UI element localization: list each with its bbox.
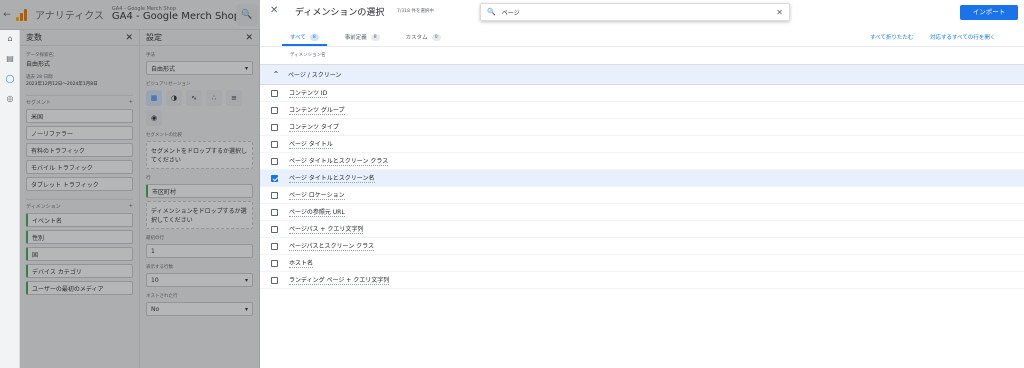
tab-label: 事前定義 [344,35,367,41]
tab-count: 8 [370,33,380,41]
close-icon[interactable]: ✕ [270,5,278,16]
import-button[interactable]: インポート [960,5,1018,20]
list-item-label: ページパスとスクリーン クラス [289,243,375,251]
reports-icon[interactable]: ▤ [0,54,20,70]
home-icon[interactable]: ⌂ [0,34,20,50]
list-item[interactable]: コンテンツ ID [260,85,1024,102]
expand-all-link[interactable]: 対応するすべての行を開く [930,33,995,41]
list-item[interactable]: ページパス + クエリ文字列 [260,221,1024,238]
list-item[interactable]: ランディング ページ + クエリ文字列 [260,272,1024,289]
checkbox[interactable] [271,140,278,148]
list-item[interactable]: コンテンツ タイプ [260,119,1024,136]
list-item-label: ランディング ページ + クエリ文字列 [289,277,390,285]
dimension-list: コンテンツ ID コンテンツ グループ コンテンツ タイプ ページ タイトルページ タ… [260,85,1024,289]
list-item[interactable]: ページ タイトルとスクリーン名 [260,170,1024,187]
dialog-header: ✕ ディメンションの選択 7/318 件を選択中 🔍 ✕ インポート [260,0,1024,26]
tab-label: すべて [290,35,306,41]
left-nav-rail: ⌂ ▤ ◯ ◎ [0,30,20,368]
dimension-picker-dialog: ✕ ディメンションの選択 7/318 件を選択中 🔍 ✕ インポート すべて8 … [260,0,1024,368]
chevron-up-icon[interactable]: ⌃ [264,70,288,79]
collapse-all-link[interactable]: すべて折りたたむ [870,33,913,41]
list-item[interactable]: ページパスとスクリーン クラス [260,238,1024,255]
list-item-label: ページ ロケーション [289,192,345,200]
column-header: ディメンション名 [290,53,326,58]
list-item-label: ページ タイトル [289,141,333,149]
advertising-icon[interactable]: ◎ [0,94,20,110]
checkbox[interactable] [271,89,278,97]
checkbox[interactable] [271,225,278,233]
modal-scrim[interactable] [20,30,260,368]
tab-custom[interactable]: カスタム 0 [406,30,441,44]
list-item-label: ホスト名 [289,260,314,268]
dialog-title: ディメンションの選択 [295,8,385,18]
checkbox[interactable] [271,123,278,131]
search-box[interactable]: 🔍 ✕ [480,3,790,21]
list-item[interactable]: ページの参照元 URL [260,204,1024,221]
list-item[interactable]: ページ タイトル [260,136,1024,153]
clear-search-icon[interactable]: ✕ [776,8,783,17]
checkbox[interactable] [271,191,278,199]
tab-label: カスタム [405,35,428,41]
group-label: ページ / スクリーン [288,72,342,79]
list-item[interactable]: ページ タイトルとスクリーン クラス [260,153,1024,170]
checkbox[interactable] [271,242,278,250]
checkbox[interactable] [271,106,278,114]
tab-all[interactable]: すべて 8 [282,30,327,46]
dimension-tabs: すべて 8 事前定義 8 カスタム 0 [282,30,441,46]
search-icon: 🔍 [487,8,496,16]
list-item-label: ページの参照元 URL [289,209,345,217]
checkbox[interactable] [271,276,278,284]
checkbox[interactable] [271,259,278,267]
list-item-label: ページ タイトルとスクリーン名 [289,175,375,183]
tab-predefined[interactable]: 事前定義 8 [345,30,380,44]
divider [260,46,1024,47]
checkbox[interactable] [271,208,278,216]
checkbox[interactable] [271,157,278,165]
search-input[interactable] [501,8,762,16]
list-item-label: コンテンツ グループ [289,107,345,115]
explore-icon[interactable]: ◯ [0,74,20,90]
list-item[interactable]: ホスト名 [260,255,1024,272]
list-item-label: ページパス + クエリ文字列 [289,226,364,234]
selected-count: 7/318 件を選択中 [397,9,434,14]
list-item[interactable]: コンテンツ グループ [260,102,1024,119]
checkbox[interactable] [271,174,278,182]
tab-count: 8 [309,33,319,41]
list-item-label: コンテンツ タイプ [289,124,339,132]
list-item-label: ページ タイトルとスクリーン クラス [289,158,389,166]
list-item-label: コンテンツ ID [289,90,328,98]
list-item[interactable]: ページ ロケーション [260,187,1024,204]
modal-scrim-top[interactable] [0,0,260,30]
group-row[interactable]: ⌃ ページ / スクリーン [260,64,1024,85]
tab-count: 0 [431,33,441,41]
